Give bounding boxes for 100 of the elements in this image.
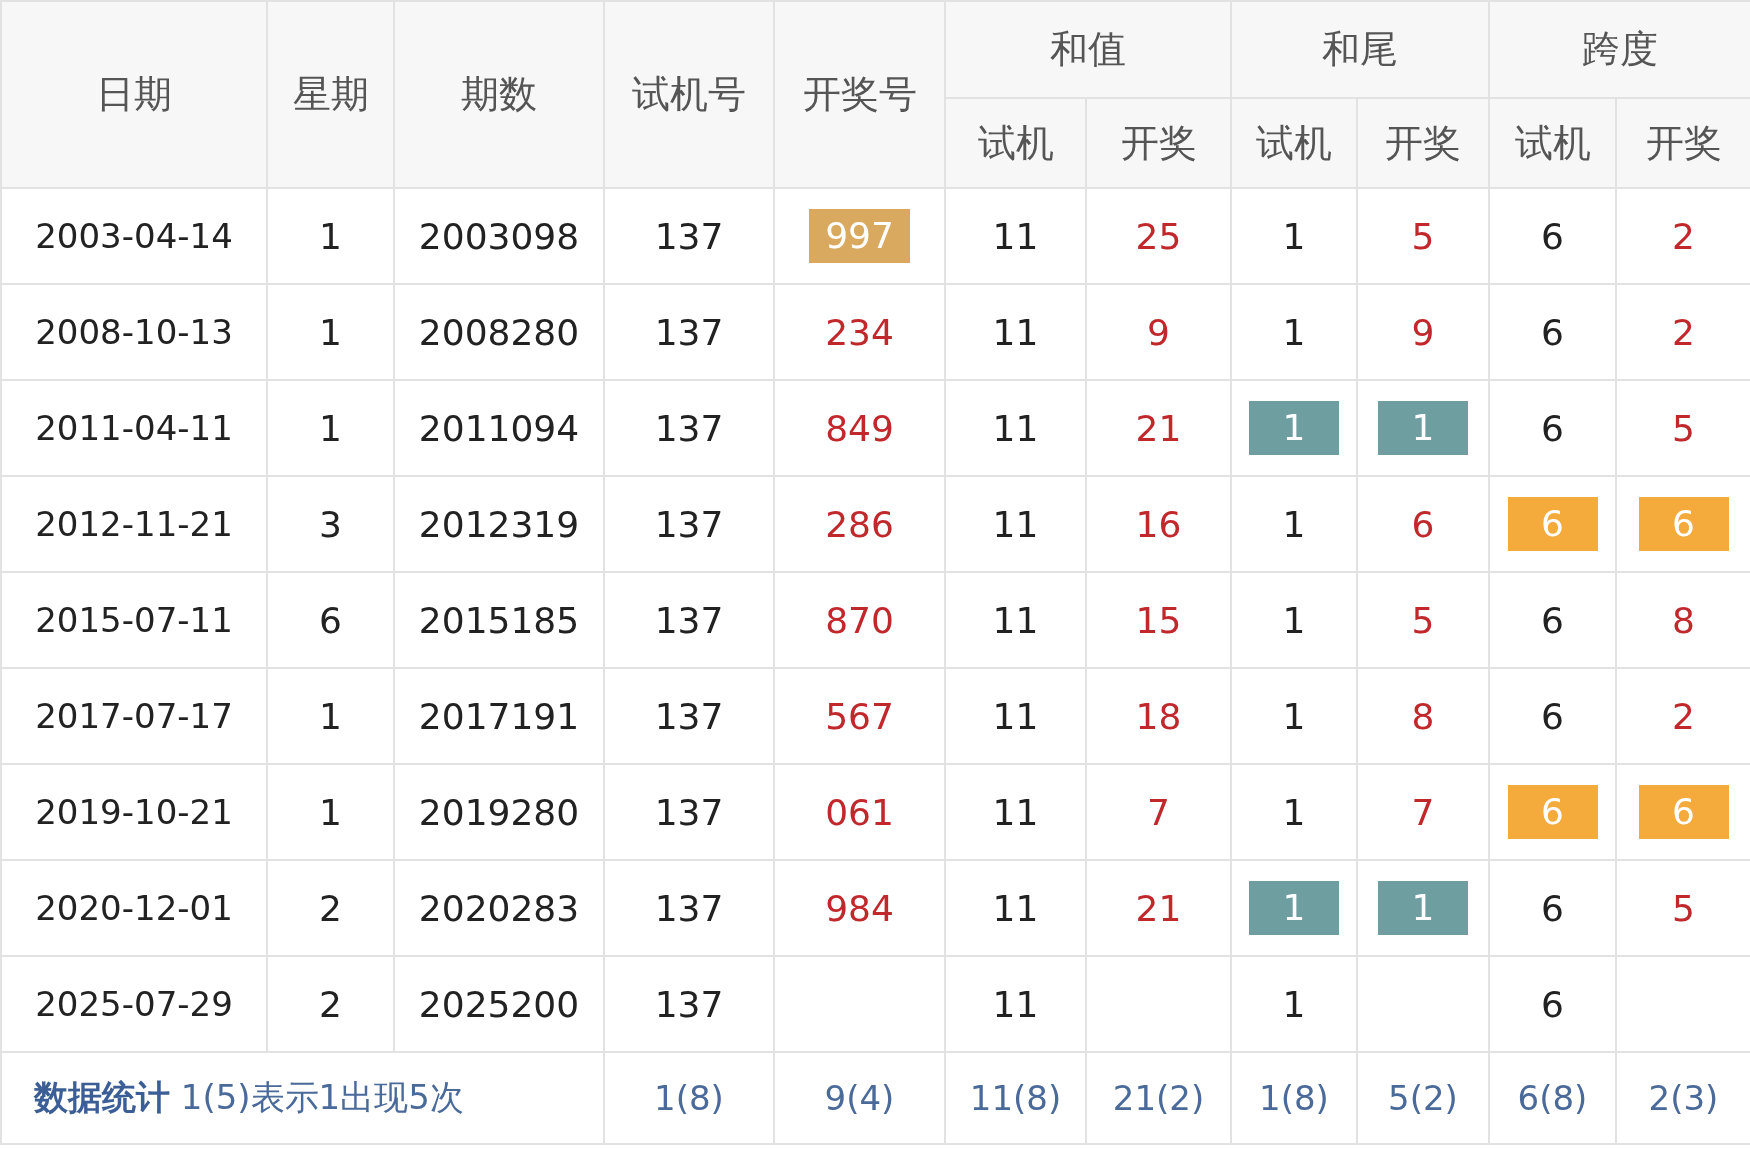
table-cell: 6 bbox=[1541, 407, 1564, 449]
table-cell: 1 bbox=[319, 791, 342, 833]
table-cell: 18 bbox=[1135, 695, 1182, 737]
highlighted-number: 1 bbox=[1249, 881, 1339, 935]
statistic-count: 5(2) bbox=[1388, 1078, 1458, 1118]
highlighted-number: 6 bbox=[1507, 497, 1598, 551]
column-header: 期数 bbox=[394, 1, 604, 188]
table-cell: 2012-11-21 bbox=[35, 504, 233, 544]
table-cell: 6 bbox=[319, 599, 342, 641]
highlighted-number: 1 bbox=[1249, 401, 1339, 455]
table-cell: 11 bbox=[992, 599, 1039, 641]
statistic-count: 1(8) bbox=[1259, 1078, 1329, 1118]
table-cell: 1 bbox=[319, 695, 342, 737]
table-cell: 1 bbox=[319, 407, 342, 449]
column-header: 星期 bbox=[267, 1, 394, 188]
column-header: 日期 bbox=[1, 1, 267, 188]
statistic-count: 11(8) bbox=[969, 1078, 1062, 1118]
table-cell: 16 bbox=[1135, 503, 1182, 545]
table-cell: 2 bbox=[319, 887, 342, 929]
table-cell: 15 bbox=[1135, 599, 1182, 641]
table-cell: 137 bbox=[654, 503, 724, 545]
column-group-header: 和值 bbox=[945, 1, 1231, 98]
table-cell: 870 bbox=[825, 599, 894, 641]
table-cell: 2017-07-17 bbox=[35, 696, 233, 736]
column-header: 试机 bbox=[945, 98, 1086, 188]
table-cell: 2008280 bbox=[418, 311, 580, 353]
table-cell: 2019280 bbox=[418, 791, 580, 833]
statistic-count: 9(4) bbox=[824, 1078, 895, 1118]
table-cell: 137 bbox=[654, 215, 724, 257]
table-cell: 1 bbox=[1282, 695, 1306, 737]
table-cell: 2015185 bbox=[418, 599, 580, 641]
column-header: 试机号 bbox=[604, 1, 774, 188]
table-cell: 2012319 bbox=[418, 503, 580, 545]
table-cell: 3 bbox=[319, 503, 342, 545]
table-cell: 21 bbox=[1135, 887, 1182, 929]
table-cell: 1 bbox=[1282, 503, 1306, 545]
table-cell: 5 bbox=[1411, 215, 1435, 257]
table-cell: 9 bbox=[1147, 311, 1170, 353]
table-cell: 9 bbox=[1411, 311, 1435, 353]
statistic-count: 2(3) bbox=[1648, 1078, 1719, 1118]
table-cell: 8 bbox=[1672, 599, 1695, 641]
statistic-count: 21(2) bbox=[1112, 1078, 1205, 1118]
table-cell: 11 bbox=[992, 407, 1039, 449]
table-cell: 567 bbox=[825, 695, 894, 737]
table-cell: 2003-04-14 bbox=[35, 216, 233, 256]
table-cell: 25 bbox=[1135, 215, 1182, 257]
table-cell: 1 bbox=[1282, 215, 1306, 257]
table-cell: 21 bbox=[1135, 407, 1182, 449]
table-cell: 061 bbox=[825, 791, 894, 833]
table-cell: 2 bbox=[1672, 215, 1695, 257]
table-cell: 11 bbox=[992, 695, 1039, 737]
table-cell: 137 bbox=[654, 695, 724, 737]
table-cell: 1 bbox=[1282, 791, 1306, 833]
column-header: 开奖 bbox=[1086, 98, 1231, 188]
table-cell: 849 bbox=[825, 407, 894, 449]
table-cell: 6 bbox=[1541, 599, 1564, 641]
table-cell: 6 bbox=[1541, 887, 1564, 929]
table-cell: 1 bbox=[319, 215, 342, 257]
highlighted-number: 997 bbox=[809, 209, 910, 263]
statistic-count: 1(8) bbox=[654, 1078, 724, 1118]
table-cell: 1 bbox=[1282, 599, 1306, 641]
highlighted-number: 6 bbox=[1638, 497, 1729, 551]
table-cell: 137 bbox=[654, 599, 724, 641]
table-cell: 2011-04-11 bbox=[35, 408, 233, 448]
table-cell: 1 bbox=[1282, 983, 1306, 1025]
table-cell: 2 bbox=[1672, 695, 1695, 737]
table-cell: 7 bbox=[1411, 791, 1435, 833]
highlighted-number: 6 bbox=[1638, 785, 1729, 839]
table-cell: 2 bbox=[319, 983, 342, 1025]
table-cell: 2015-07-11 bbox=[35, 600, 233, 640]
column-group-header: 跨度 bbox=[1489, 1, 1750, 98]
table-cell: 11 bbox=[992, 791, 1039, 833]
statistics-note: 数据统计 1(5)表示1出现5次 bbox=[34, 1077, 464, 1117]
table-cell: 11 bbox=[992, 983, 1039, 1025]
table-cell: 286 bbox=[825, 503, 894, 545]
table-cell: 137 bbox=[654, 791, 724, 833]
table-cell: 11 bbox=[992, 887, 1039, 929]
table-cell: 2008-10-13 bbox=[35, 312, 233, 352]
table-cell: 11 bbox=[992, 215, 1039, 257]
table-cell: 2003098 bbox=[418, 215, 580, 257]
table-cell: 6 bbox=[1541, 695, 1564, 737]
highlighted-number: 1 bbox=[1378, 881, 1468, 935]
column-header: 开奖号 bbox=[774, 1, 945, 188]
table-cell: 6 bbox=[1541, 983, 1564, 1025]
column-header: 试机 bbox=[1489, 98, 1616, 188]
table-cell: 6 bbox=[1541, 311, 1564, 353]
table-cell: 7 bbox=[1147, 791, 1170, 833]
table-cell: 137 bbox=[654, 887, 724, 929]
column-header: 开奖 bbox=[1616, 98, 1750, 188]
statistic-count: 6(8) bbox=[1517, 1078, 1588, 1118]
table-cell: 11 bbox=[992, 503, 1039, 545]
table-cell: 137 bbox=[654, 407, 724, 449]
table-cell: 2020-12-01 bbox=[35, 888, 233, 928]
table-cell: 5 bbox=[1411, 599, 1435, 641]
table-cell: 2011094 bbox=[418, 407, 580, 449]
table-cell: 2025-07-29 bbox=[35, 984, 233, 1024]
column-group-header: 和尾 bbox=[1231, 1, 1489, 98]
table-cell: 234 bbox=[825, 311, 894, 353]
table-cell: 2025200 bbox=[418, 983, 580, 1025]
table-cell: 1 bbox=[319, 311, 342, 353]
